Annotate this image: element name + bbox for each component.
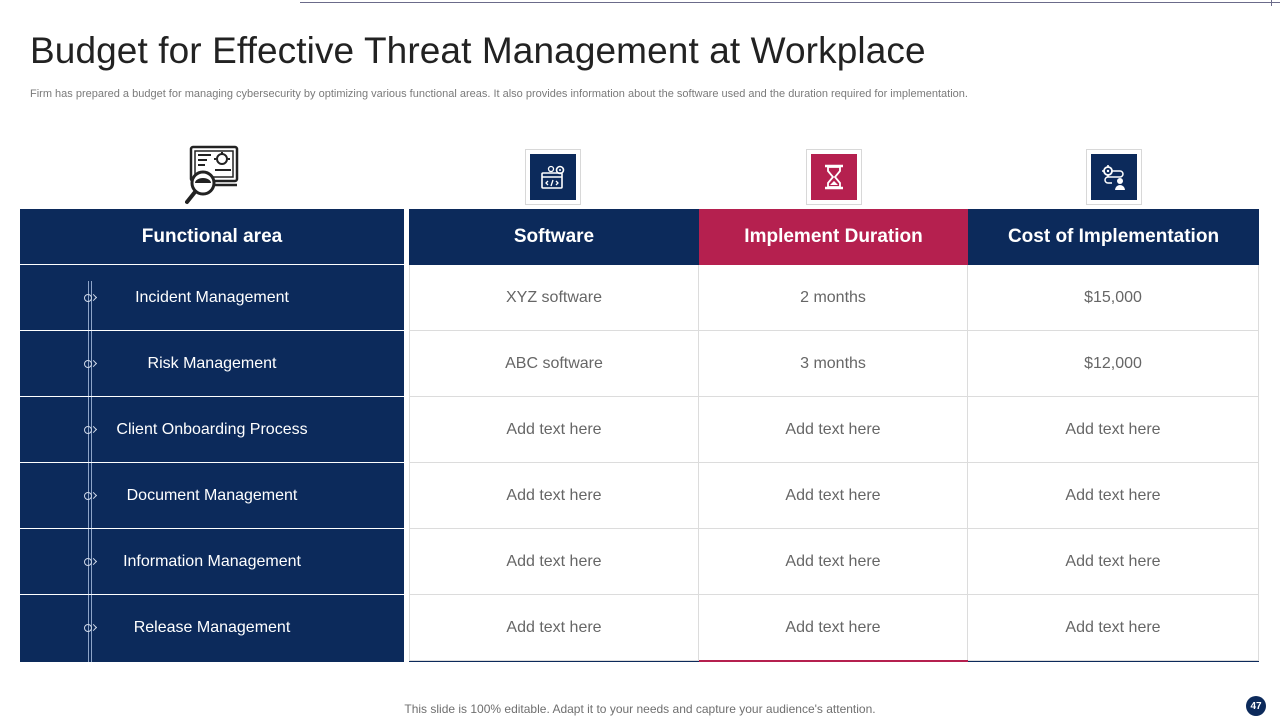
table-row: XYZ software 2 months $15,000	[409, 265, 1259, 331]
functional-area-header: Functional area	[20, 209, 404, 265]
cost-cell: Add text here	[968, 463, 1259, 528]
functional-area-row: Document Management	[20, 463, 404, 529]
duration-header: Implement Duration	[699, 209, 968, 265]
functional-area-label: Information Management	[123, 552, 301, 570]
functional-area-row: Release Management	[20, 595, 404, 661]
computer-threat-magnifier-icon	[185, 145, 241, 205]
duration-cell: Add text here	[699, 529, 968, 594]
page-title: Budget for Effective Threat Management a…	[30, 30, 926, 71]
functional-area-row: Client Onboarding Process	[20, 397, 404, 463]
cost-cell: $12,000	[968, 331, 1259, 396]
functional-area-row: Risk Management	[20, 331, 404, 397]
duration-cell: Add text here	[699, 397, 968, 462]
cost-cell: Add text here	[968, 397, 1259, 462]
table-row: Add text here Add text here Add text her…	[409, 529, 1259, 595]
functional-area-label: Release Management	[133, 619, 291, 636]
chevron-bullet-icon	[84, 293, 98, 302]
cost-cell: Add text here	[968, 529, 1259, 594]
chevron-bullet-icon	[84, 359, 98, 368]
software-header: Software	[409, 209, 699, 265]
budget-table: Software Implement Duration Cost of Impl…	[409, 209, 1259, 662]
software-code-gear-icon	[525, 149, 581, 205]
cost-cell: $15,000	[968, 265, 1259, 330]
footer-note: This slide is 100% editable. Adapt it to…	[404, 702, 876, 716]
functional-area-label: Incident Management	[135, 288, 289, 306]
chevron-bullet-icon	[84, 557, 98, 566]
functional-area-label: Document Management	[126, 486, 298, 504]
chevron-bullet-icon	[84, 491, 98, 500]
table-row: Add text here Add text here Add text her…	[409, 463, 1259, 529]
page-number-badge: 47	[1246, 696, 1266, 716]
software-cell: ABC software	[409, 331, 699, 396]
software-cell: Add text here	[409, 463, 699, 528]
software-cell: XYZ software	[409, 265, 699, 330]
functional-area-label: Client Onboarding Process	[116, 420, 308, 438]
table-row: Add text here Add text here Add text her…	[409, 595, 1259, 661]
software-cell: Add text here	[409, 397, 699, 462]
top-rule	[300, 2, 1280, 3]
page-subtitle: Firm has prepared a budget for managing …	[30, 88, 968, 100]
functional-area-row: Information Management	[20, 529, 404, 595]
hourglass-icon	[806, 149, 862, 205]
chevron-bullet-icon	[84, 425, 98, 434]
cost-header: Cost of Implementation	[968, 209, 1259, 265]
software-cell: Add text here	[409, 595, 699, 660]
duration-cell: 2 months	[699, 265, 968, 330]
functional-area-row: Incident Management	[20, 265, 404, 331]
gear-person-process-icon	[1086, 149, 1142, 205]
duration-cell: 3 months	[699, 331, 968, 396]
table-row: Add text here Add text here Add text her…	[409, 397, 1259, 463]
functional-area-label: Risk Management	[147, 354, 277, 372]
functional-area-column: Functional area Incident Management Risk…	[20, 209, 404, 662]
chevron-bullet-icon	[84, 624, 98, 632]
duration-underline	[699, 660, 968, 662]
duration-cell: Add text here	[699, 595, 968, 660]
table-row: ABC software 3 months $12,000	[409, 331, 1259, 397]
cost-cell: Add text here	[968, 595, 1259, 660]
table-header-row: Software Implement Duration Cost of Impl…	[409, 209, 1259, 265]
duration-cell: Add text here	[699, 463, 968, 528]
software-cell: Add text here	[409, 529, 699, 594]
top-rule-end	[1271, 0, 1272, 6]
